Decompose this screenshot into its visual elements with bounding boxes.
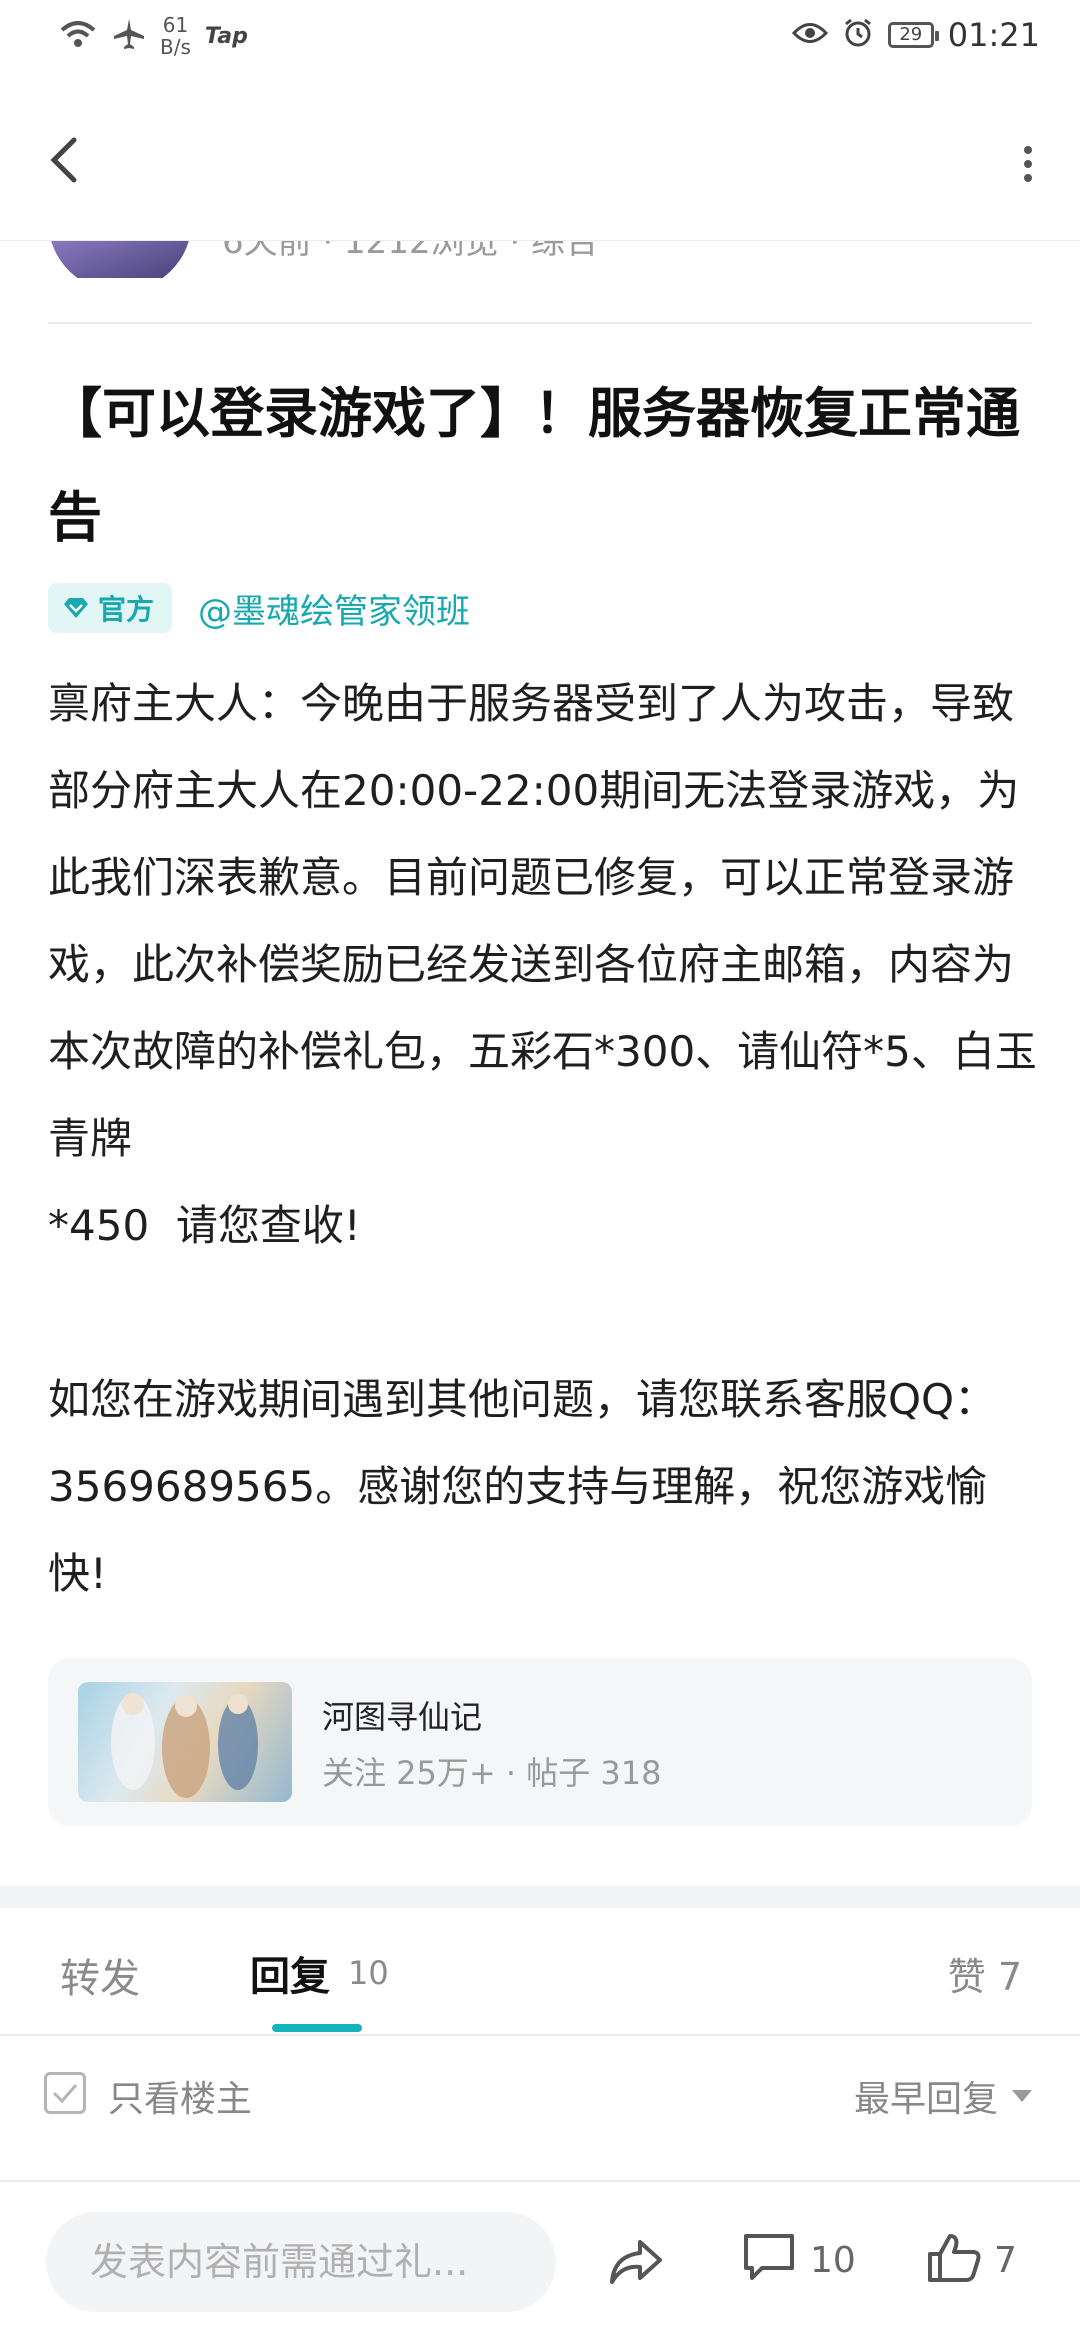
comment-input[interactable]: 发表内容前需通过礼...: [46, 2212, 556, 2312]
tab-like[interactable]: 赞 7: [948, 1946, 1022, 2001]
game-group-card[interactable]: 河图寻仙记 关注 25万+ · 帖子 318: [48, 1658, 1032, 1826]
thumbs-up-icon: [928, 2234, 981, 2282]
status-right: 29 01:21: [791, 16, 1040, 54]
game-cover-image: [78, 1682, 292, 1802]
alarm-icon: [842, 17, 874, 53]
back-button[interactable]: [40, 130, 92, 190]
tap-app-label: Tap: [204, 23, 248, 49]
bottom-action-bar: 发表内容前需通过礼... 10 7: [0, 2182, 1080, 2340]
caret-down-icon: [1012, 2090, 1032, 2102]
comment-icon: [744, 2234, 794, 2280]
section-separator: [0, 1886, 1080, 1908]
interaction-tabs: 转发 回复 10 赞 7: [0, 1908, 1080, 2036]
divider: [48, 322, 1032, 324]
net-speed: 61 B/s: [160, 14, 191, 58]
net-speed-unit: B/s: [160, 35, 191, 59]
comment-button[interactable]: [742, 2232, 796, 2288]
more-vertical-icon: [1024, 146, 1032, 182]
game-name: 河图寻仙记: [322, 1698, 483, 1736]
tab-repost[interactable]: 转发: [60, 1946, 140, 2004]
sort-label: 最早回复: [853, 2079, 998, 2120]
wifi-icon: [58, 18, 98, 54]
badge-label: 官方: [98, 593, 155, 626]
tab-reply-count: 10: [348, 1954, 389, 1992]
top-navigation-bar: [0, 78, 1080, 241]
active-tab-indicator: [272, 2024, 362, 2032]
status-left: 61 B/s Tap: [58, 14, 248, 58]
official-badge: 官方: [48, 583, 173, 633]
game-stats: 关注 25万+ · 帖子 318: [322, 1754, 662, 1792]
more-options-button[interactable]: [1016, 134, 1040, 194]
eye-icon: [791, 20, 828, 50]
share-button[interactable]: [606, 2234, 666, 2294]
sort-dropdown[interactable]: 最早回复: [854, 2070, 1032, 2122]
reply-filter-row: 只看楼主 最早回复: [0, 2036, 1080, 2182]
battery-indicator: 29: [887, 22, 939, 48]
comment-count: 10: [810, 2240, 856, 2281]
only-author-checkbox[interactable]: [44, 2072, 86, 2114]
airplane-icon: [112, 17, 146, 55]
only-author-label[interactable]: 只看楼主: [108, 2070, 252, 2122]
post-body: 禀府主大人：今晚由于服务器受到了人为攻击，导致部分府主大人在20:00-22:0…: [48, 679, 1037, 1598]
status-bar: 61 B/s Tap 29 01:21: [0, 0, 1080, 78]
net-speed-value: 61: [162, 13, 189, 37]
share-icon: [610, 2240, 662, 2284]
chevron-left-icon: [50, 137, 77, 183]
clock: 01:21: [947, 16, 1040, 54]
like-button[interactable]: [926, 2232, 982, 2288]
post-title: 【可以登录游戏了】！服务器恢复正常通告: [48, 382, 1020, 549]
author-name-link[interactable]: @墨魂绘管家领班: [198, 584, 470, 633]
like-count: 7: [994, 2240, 1017, 2281]
checkmark-icon: [52, 2084, 78, 2104]
diamond-heart-icon: [64, 598, 88, 618]
tab-reply[interactable]: 回复: [250, 1944, 330, 2002]
